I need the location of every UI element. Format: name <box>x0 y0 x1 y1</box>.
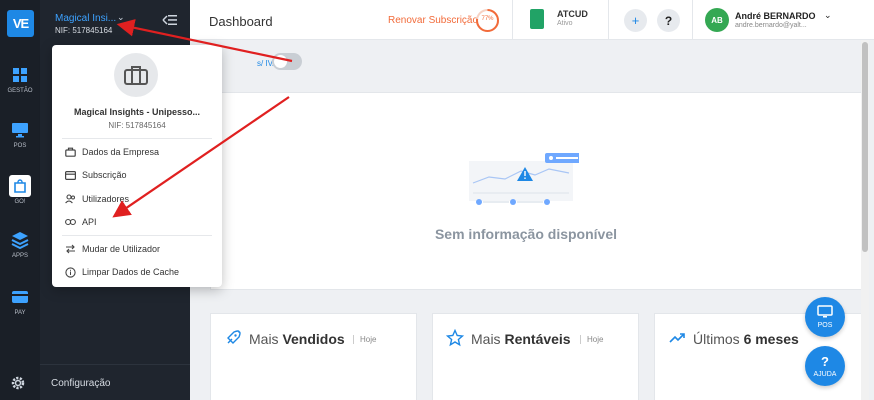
app-logo[interactable]: VE <box>7 10 34 37</box>
divider <box>608 0 609 40</box>
pos-fab-label: POS <box>817 322 833 329</box>
page-title: Dashboard <box>209 14 273 29</box>
progress-text: 77% <box>481 16 494 22</box>
divider <box>62 138 212 139</box>
company-selector[interactable]: Magical Insi... <box>55 13 116 24</box>
divider <box>62 235 212 236</box>
dropdown-company-name: Magical Insights - Unipesso... <box>73 107 201 117</box>
menu-item-label: Limpar Dados de Cache <box>82 267 180 277</box>
question-icon: ? <box>821 353 829 369</box>
icon-rail: VE GESTÃO POS GO! APPS PAY <box>0 0 40 400</box>
iva-toggle[interactable] <box>272 53 302 70</box>
users-icon <box>65 194 76 205</box>
atcud-status: Ativo <box>557 20 573 27</box>
dashboard-chart-card: Sem informação disponível <box>210 92 868 290</box>
menu-item-label: Subscrição <box>82 170 127 180</box>
add-button[interactable]: + <box>624 9 647 32</box>
menu-item-utilizadores[interactable]: Utilizadores <box>65 191 129 207</box>
rail-label-go: GO! <box>14 199 26 205</box>
rail-label-gestao: GESTÃO <box>7 88 33 94</box>
renew-subscription-link[interactable]: Renovar Subscrição <box>388 15 478 26</box>
link-icon <box>65 217 76 228</box>
layers-icon <box>10 231 30 249</box>
card-period: Hoje <box>353 335 376 344</box>
help-fab-label: AJUDA <box>813 371 837 378</box>
menu-item-mudar-utilizador[interactable]: Mudar de Utilizador <box>65 241 160 257</box>
rail-item-pos[interactable]: POS <box>0 121 40 149</box>
menu-item-dados-empresa[interactable]: Dados da Empresa <box>65 144 159 160</box>
help-fab-button[interactable]: ? AJUDA <box>805 346 845 386</box>
spreadsheet-icon[interactable] <box>530 9 544 29</box>
card-period: Hoje <box>580 335 603 344</box>
briefcase-icon <box>65 147 76 158</box>
card-icon <box>65 170 76 181</box>
company-nif: NIF: 517845164 <box>55 26 113 35</box>
menu-item-label: Utilizadores <box>82 194 130 204</box>
scrollbar-thumb[interactable] <box>862 42 868 252</box>
dropdown-company-nif: NIF: 517845164 <box>108 121 166 130</box>
star-icon <box>445 328 465 347</box>
rail-label-apps: APPS <box>11 253 28 259</box>
gear-icon <box>10 375 26 391</box>
trending-up-icon <box>668 329 686 347</box>
rail-label-pos: POS <box>13 143 27 149</box>
menu-item-label: API <box>82 217 97 227</box>
card-icon <box>10 288 30 306</box>
divider <box>692 0 693 40</box>
shopping-bag-icon <box>9 175 31 197</box>
rail-item-gestao[interactable]: GESTÃO <box>0 66 40 94</box>
rail-item-apps[interactable]: APPS <box>0 231 40 259</box>
sidebar-config[interactable]: Configuração <box>11 364 190 400</box>
top-bar: Dashboard Renovar Subscrição 77% ATCUD A… <box>190 0 874 40</box>
menu-item-api[interactable]: API <box>65 214 97 230</box>
swap-icon <box>65 244 76 255</box>
user-email: andre.bernardo@yalt... <box>735 22 807 29</box>
rocket-icon <box>224 329 242 347</box>
config-label: Configuração <box>51 378 111 389</box>
card-mais-vendidos: Mais Vendidos Hoje <box>210 313 417 400</box>
briefcase-icon <box>114 53 158 97</box>
chevron-down-icon[interactable]: ⌄ <box>824 10 832 21</box>
menu-item-limpar-cache[interactable]: Limpar Dados de Cache <box>65 264 179 280</box>
empty-chart-illustration <box>469 153 587 213</box>
subscription-progress: 77% <box>475 8 500 33</box>
pos-fab-button[interactable]: POS <box>805 297 845 337</box>
divider <box>512 0 513 40</box>
menu-item-label: Dados da Empresa <box>82 147 160 157</box>
empty-state-text: Sem informação disponível <box>434 226 618 242</box>
rail-label-pay: PAY <box>14 310 26 316</box>
card-title: Mais Rentáveis <box>471 331 571 347</box>
chevron-down-icon[interactable]: ⌄ <box>117 12 125 23</box>
monitor-icon <box>10 121 30 139</box>
rail-item-go[interactable]: GO! <box>0 175 40 205</box>
grid-icon <box>10 66 30 84</box>
monitor-icon <box>805 304 845 320</box>
rail-item-pay[interactable]: PAY <box>0 288 40 316</box>
atcud-title[interactable]: ATCUD <box>557 9 588 19</box>
collapse-sidebar-icon[interactable] <box>158 12 178 28</box>
card-mais-rentaveis: Mais Rentáveis Hoje <box>432 313 639 400</box>
card-title: Mais Vendidos <box>249 331 345 347</box>
menu-item-label: Mudar de Utilizador <box>82 244 161 254</box>
menu-item-subscricao[interactable]: Subscrição <box>65 167 127 183</box>
card-title: Últimos 6 meses <box>693 331 799 347</box>
info-icon <box>65 266 76 278</box>
company-dropdown-menu: Magical Insights - Unipesso... NIF: 5178… <box>52 45 222 287</box>
user-name[interactable]: André BERNARDO <box>735 11 816 21</box>
help-button[interactable]: ? <box>657 9 680 32</box>
avatar[interactable]: AB <box>705 8 729 32</box>
